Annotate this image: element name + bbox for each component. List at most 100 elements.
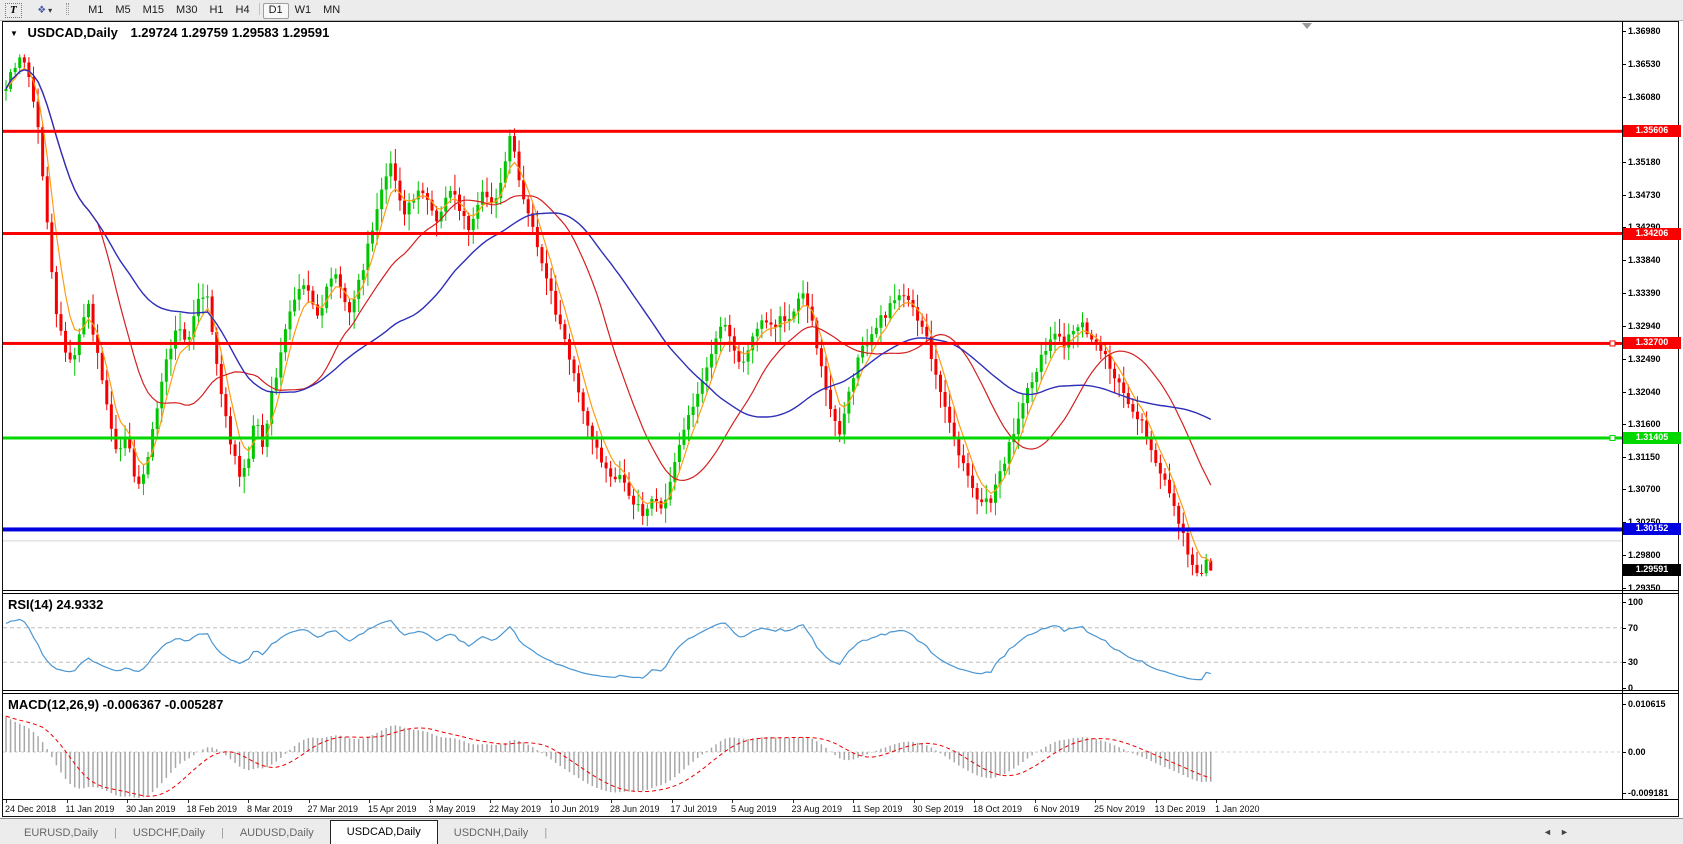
date-label[interactable]: 30 Sep 2019 <box>913 804 964 814</box>
rsi-tick-label: 30 <box>1628 657 1682 667</box>
price-tick-label: 1.32940 <box>1628 321 1682 331</box>
price-tick-mark <box>1622 195 1626 196</box>
timeframe-button-m1[interactable]: M1 <box>82 3 109 17</box>
date-label[interactable]: 13 Dec 2019 <box>1155 804 1206 814</box>
rsi-tick-mark <box>1622 688 1626 689</box>
tab-usdcad[interactable]: USDCAD,Daily <box>330 820 438 844</box>
date-tick-mark <box>369 800 370 803</box>
hline-handle <box>1610 341 1615 346</box>
date-tick-mark <box>793 800 794 803</box>
rsi-line <box>6 619 1211 679</box>
date-tick-mark <box>611 800 612 803</box>
price-tick-mark <box>1622 31 1626 32</box>
rsi-canvas[interactable] <box>3 594 1622 690</box>
ohlc-low: 1.29583 <box>232 25 279 40</box>
date-label[interactable]: 8 Mar 2019 <box>247 804 293 814</box>
date-label[interactable]: 22 May 2019 <box>489 804 541 814</box>
pane-separator[interactable] <box>3 693 1679 694</box>
date-label[interactable]: 1 Jan 2020 <box>1215 804 1260 814</box>
rsi-tick-label: 70 <box>1628 623 1682 633</box>
toolbar-separator <box>259 3 260 15</box>
date-label[interactable]: 5 Aug 2019 <box>731 804 777 814</box>
price-line-label: 1.34206 <box>1623 228 1681 240</box>
date-label[interactable]: 15 Apr 2019 <box>368 804 417 814</box>
symbol-tab-bar: EURUSD,Daily|USDCHF,Daily|AUDUSD,DailyUS… <box>0 818 1683 844</box>
price-tick-mark <box>1622 555 1626 556</box>
tab-audusd[interactable]: AUDUSD,Daily <box>224 823 330 844</box>
price-axis-border <box>1622 21 1623 800</box>
tab-scroll-left-icon[interactable]: ◄ <box>1543 828 1552 837</box>
chevron-down-icon[interactable]: ▾ <box>48 6 52 15</box>
toolbar: T ❖▾ M1M5M15M30H1H4 D1W1MN <box>0 0 1683 21</box>
pane-separator[interactable] <box>3 690 1679 691</box>
date-label[interactable]: 30 Jan 2019 <box>126 804 176 814</box>
date-label[interactable]: 23 Aug 2019 <box>792 804 843 814</box>
timeframe-button-m15[interactable]: M15 <box>137 3 170 17</box>
price-tick-mark <box>1622 457 1626 458</box>
macd-signal-line <box>6 716 1211 796</box>
ma-slow-line <box>6 70 1211 420</box>
tab-eurusd[interactable]: EURUSD,Daily <box>8 823 114 844</box>
price-tick-label: 1.36980 <box>1628 26 1682 36</box>
price-line-label: 1.32700 <box>1623 337 1681 349</box>
timeframe-button-h1[interactable]: H1 <box>203 3 229 17</box>
hline-1.34206 <box>3 232 1622 235</box>
pane-separator <box>3 799 1679 800</box>
date-label[interactable]: 27 Mar 2019 <box>308 804 359 814</box>
ohlc-high: 1.29759 <box>181 25 228 40</box>
price-tick-mark <box>1622 326 1626 327</box>
date-label[interactable]: 25 Nov 2019 <box>1094 804 1145 814</box>
date-label[interactable]: 17 Jul 2019 <box>671 804 718 814</box>
pane-separator[interactable] <box>3 590 1679 591</box>
rsi-tick-mark <box>1622 628 1626 629</box>
date-label[interactable]: 28 Jun 2019 <box>610 804 660 814</box>
date-label[interactable]: 18 Feb 2019 <box>187 804 238 814</box>
macd-tick-mark <box>1622 704 1626 705</box>
price-tick-label: 1.29800 <box>1628 550 1682 560</box>
tab-scroll-right-icon[interactable]: ► <box>1560 828 1569 837</box>
ohlc-close: 1.29591 <box>282 25 329 40</box>
date-label[interactable]: 6 Nov 2019 <box>1034 804 1080 814</box>
date-label[interactable]: 24 Dec 2018 <box>5 804 56 814</box>
hline-1.35606 <box>3 130 1622 133</box>
chart-shift-marker[interactable] <box>1302 23 1312 29</box>
price-tick-label: 1.33840 <box>1628 255 1682 265</box>
text-tool-button[interactable]: T <box>5 3 22 18</box>
price-tick-mark <box>1622 293 1626 294</box>
date-tick-mark <box>974 800 975 803</box>
hline-1.31405 <box>3 436 1622 439</box>
timeframe-button-h4[interactable]: H4 <box>230 3 256 17</box>
price-line-label: 1.31405 <box>1623 432 1681 444</box>
timeframe-button-mn[interactable]: MN <box>317 3 346 17</box>
price-tick-mark <box>1622 260 1626 261</box>
main-chart-canvas[interactable] <box>3 22 1622 590</box>
macd-tick-label: -0.009181 <box>1628 788 1682 798</box>
price-line-label: 1.30152 <box>1623 523 1681 535</box>
symbol-period-label: USDCAD,Daily <box>28 25 118 40</box>
hline-handle <box>1610 435 1615 440</box>
price-tick-label: 1.31150 <box>1628 452 1682 462</box>
date-label[interactable]: 18 Oct 2019 <box>973 804 1022 814</box>
chart-collapse-icon[interactable]: ▼ <box>10 29 18 38</box>
timeframe-button-d1[interactable]: D1 <box>263 3 289 19</box>
date-tick-mark <box>853 800 854 803</box>
macd-tick-mark <box>1622 793 1626 794</box>
price-tick-label: 1.32040 <box>1628 387 1682 397</box>
tab-usdchf[interactable]: USDCHF,Daily <box>117 823 221 844</box>
timeframe-button-w1[interactable]: W1 <box>289 3 318 17</box>
tab-usdcnh[interactable]: USDCNH,Daily <box>438 823 545 844</box>
price-tick-label: 1.29350 <box>1628 583 1682 593</box>
timeframe-button-m5[interactable]: M5 <box>109 3 136 17</box>
window-layout-icon[interactable]: ❖ <box>37 5 46 16</box>
date-tick-mark <box>430 800 431 803</box>
date-label[interactable]: 11 Sep 2019 <box>852 804 902 814</box>
date-label[interactable]: 3 May 2019 <box>429 804 476 814</box>
price-tick-mark <box>1622 64 1626 65</box>
date-label[interactable]: 11 Jan 2019 <box>66 804 115 814</box>
date-label[interactable]: 10 Jun 2019 <box>550 804 600 814</box>
macd-tick-label: 0.00 <box>1628 747 1682 757</box>
ma-fast-line <box>6 68 1211 562</box>
price-tick-mark <box>1622 392 1626 393</box>
timeframe-button-m30[interactable]: M30 <box>170 3 203 17</box>
macd-canvas[interactable] <box>3 695 1622 799</box>
